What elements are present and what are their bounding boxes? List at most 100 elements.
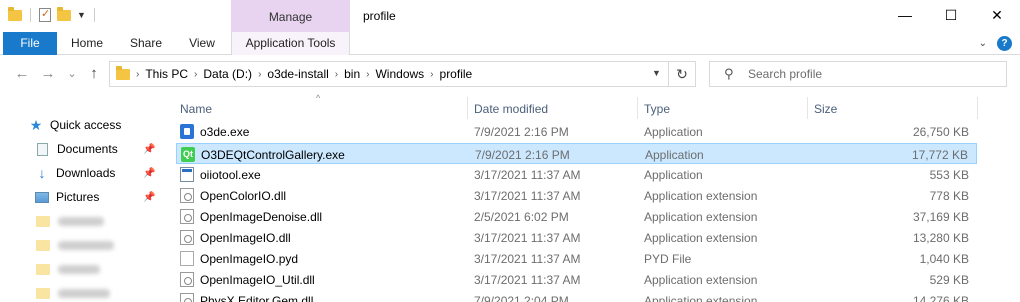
file-row[interactable]: PhysX.Editor.Gem.dll 7/9/2021 2:04 PM Ap… — [176, 290, 977, 302]
quick-access-toolbar: ▼ — [8, 6, 97, 22]
tab-file[interactable]: File — [3, 32, 57, 55]
window-title: profile — [363, 9, 396, 23]
sidebar-item-pictures[interactable]: Pictures 📌 — [34, 187, 174, 207]
sidebar-item-redacted[interactable] — [36, 235, 114, 255]
breadcrumb-profile[interactable]: profile — [440, 67, 473, 81]
file-type: Application — [645, 148, 704, 162]
file-type: Application — [644, 125, 703, 139]
file-size: 13,280 KB — [912, 231, 969, 245]
file-name: OpenImageIO_Util.dll — [200, 273, 315, 287]
file-type: Application extension — [644, 273, 758, 287]
tab-application-tools[interactable]: Application Tools — [231, 32, 350, 55]
close-button[interactable]: ✕ — [974, 0, 1020, 32]
tab-home[interactable]: Home — [62, 32, 112, 55]
sidebar-item-redacted[interactable] — [36, 211, 104, 231]
qt-icon: Qt — [181, 147, 195, 162]
redacted-label — [58, 288, 110, 298]
sidebar-item-downloads[interactable]: ↓ Downloads 📌 — [34, 163, 174, 183]
column-header-type[interactable]: Type — [644, 95, 670, 120]
file-date: 3/17/2021 11:37 AM — [474, 189, 581, 203]
minimize-button[interactable]: — — [882, 0, 928, 32]
tab-share[interactable]: Share — [122, 32, 170, 55]
download-icon: ↓ — [38, 165, 46, 181]
navigation-pane: ★ Quick access Documents 📌 ↓ Downloads 📌… — [0, 95, 170, 302]
file-type: Application extension — [644, 294, 758, 302]
help-icon[interactable]: ? — [997, 36, 1012, 51]
pin-icon: 📌 — [143, 143, 156, 155]
file-size: 17,772 KB — [911, 148, 968, 162]
file-date: 7/9/2021 2:04 PM — [474, 294, 569, 302]
toolbar-divider — [30, 8, 31, 22]
new-folder-icon[interactable] — [57, 6, 71, 21]
column-divider[interactable] — [637, 97, 638, 119]
manage-tab[interactable]: Manage — [231, 0, 350, 32]
column-divider[interactable] — [807, 97, 808, 119]
file-type: Application extension — [644, 210, 758, 224]
chevron-right-icon[interactable]: › — [136, 69, 139, 80]
chevron-right-icon[interactable]: › — [366, 69, 369, 80]
breadcrumb-bin[interactable]: bin — [344, 67, 360, 81]
file-type: PYD File — [644, 252, 692, 266]
navigation-bar: ← → ⌄ ↑ › This PC › Data (D:) › o3de-ins… — [0, 55, 1020, 95]
file-row[interactable]: o3de.exe 7/9/2021 2:16 PM Application 26… — [176, 121, 977, 142]
pin-icon: 📌 — [143, 191, 156, 203]
search-input[interactable] — [748, 65, 998, 83]
address-bar[interactable]: › This PC › Data (D:) › o3de-install › b… — [109, 61, 669, 87]
file-row[interactable]: OpenImageDenoise.dll 2/5/2021 6:02 PM Ap… — [176, 206, 977, 227]
pictures-icon — [35, 191, 49, 203]
file-row[interactable]: OpenColorIO.dll 3/17/2021 11:37 AM Appli… — [176, 185, 977, 206]
recent-locations-button[interactable]: ⌄ — [62, 67, 82, 80]
file-row[interactable]: OpenImageIO.dll 3/17/2021 11:37 AM Appli… — [176, 227, 977, 248]
breadcrumb-windows[interactable]: Windows — [375, 67, 424, 81]
properties-icon[interactable] — [39, 7, 51, 22]
column-header-date[interactable]: Date modified — [474, 95, 548, 120]
file-date: 3/17/2021 11:37 AM — [474, 273, 581, 287]
sidebar-item-redacted[interactable] — [36, 259, 100, 279]
customize-toolbar-dropdown-icon[interactable]: ▼ — [77, 10, 86, 20]
address-dropdown-icon[interactable]: ▼ — [652, 68, 661, 78]
sidebar-item-label: Pictures — [56, 190, 100, 204]
file-name: O3DEQtControlGallery.exe — [201, 148, 345, 162]
refresh-button[interactable]: ↻ — [668, 61, 696, 87]
chevron-right-icon[interactable]: › — [430, 69, 433, 80]
folder-icon — [116, 65, 130, 80]
title-bar: ▼ Manage profile — ☐ ✕ — [0, 0, 1020, 32]
breadcrumb-data-d[interactable]: Data (D:) — [203, 67, 252, 81]
file-icon — [180, 251, 194, 266]
forward-button[interactable]: → — [38, 65, 58, 82]
sidebar-item-documents[interactable]: Documents 📌 — [34, 139, 174, 159]
sidebar-item-redacted[interactable] — [36, 283, 110, 302]
file-list: ^ Name Date modified Type Size o3de.exe … — [170, 93, 1020, 302]
up-button[interactable]: ↑ — [84, 65, 104, 82]
file-row[interactable]: OpenImageIO.pyd 3/17/2021 11:37 AM PYD F… — [176, 248, 977, 269]
column-header-size[interactable]: Size — [814, 95, 837, 120]
column-divider[interactable] — [467, 97, 468, 119]
expand-ribbon-icon[interactable]: ⌄ — [979, 38, 987, 49]
chevron-right-icon[interactable]: › — [258, 69, 261, 80]
breadcrumb-this-pc[interactable]: This PC — [145, 67, 188, 81]
chevron-right-icon[interactable]: › — [335, 69, 338, 80]
chevron-right-icon[interactable]: › — [194, 69, 197, 80]
file-size: 14,276 KB — [912, 294, 969, 302]
tab-view[interactable]: View — [180, 32, 224, 55]
file-row-selected[interactable]: Qt O3DEQtControlGallery.exe 7/9/2021 2:1… — [176, 143, 977, 164]
dll-icon — [180, 272, 194, 287]
search-box[interactable]: ⚲ — [709, 61, 1007, 87]
back-button[interactable]: ← — [12, 65, 32, 82]
file-type: Application extension — [644, 231, 758, 245]
file-row[interactable]: oiiotool.exe 3/17/2021 11:37 AM Applicat… — [176, 164, 977, 185]
maximize-button[interactable]: ☐ — [928, 0, 974, 32]
toolbar-divider — [93, 8, 95, 22]
sidebar-item-quick-access[interactable]: ★ Quick access — [28, 115, 168, 135]
redacted-label — [58, 264, 100, 274]
file-date: 3/17/2021 11:37 AM — [474, 231, 581, 245]
o3de-icon — [180, 124, 194, 139]
column-divider[interactable] — [977, 97, 978, 119]
ribbon-tabs: File Home Share View Application Tools ⌄… — [0, 32, 1020, 55]
breadcrumb-o3de-install[interactable]: o3de-install — [267, 67, 328, 81]
sidebar-item-label: Downloads — [56, 166, 116, 180]
file-row[interactable]: OpenImageIO_Util.dll 3/17/2021 11:37 AM … — [176, 269, 977, 290]
column-header-name[interactable]: Name — [180, 95, 212, 120]
folder-icon[interactable] — [8, 6, 22, 21]
folder-icon — [36, 287, 50, 299]
